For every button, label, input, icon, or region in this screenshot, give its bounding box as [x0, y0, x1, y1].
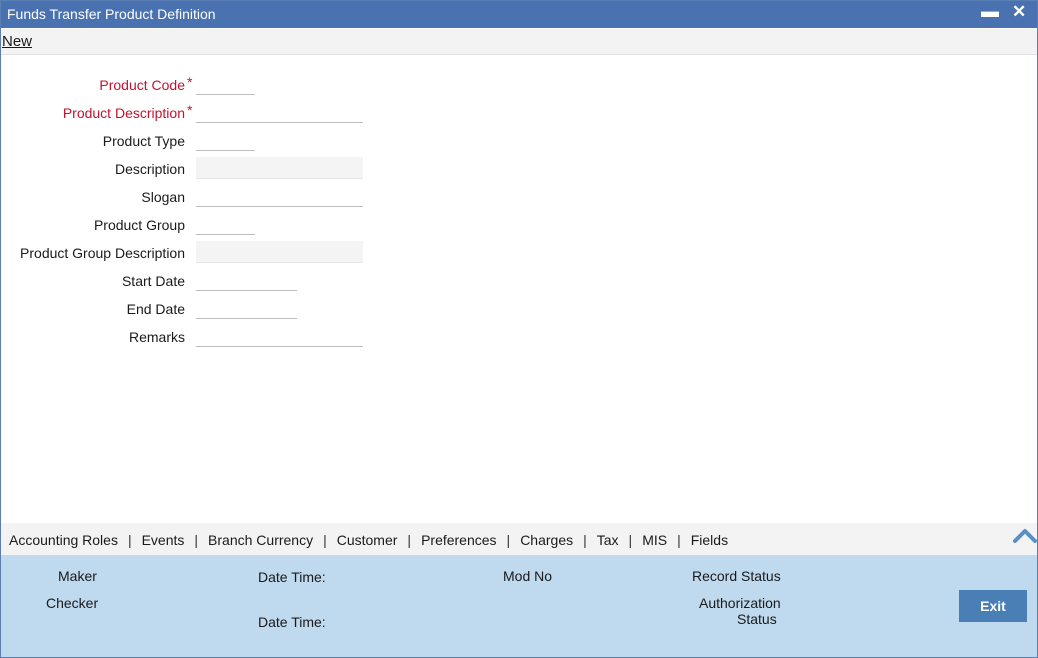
product-group-description-row: Product Group Description: [1, 241, 401, 269]
product-type-label: Product Type: [102, 133, 185, 149]
product-description-label: Product Description: [62, 105, 185, 121]
maker-label: Maker: [58, 568, 97, 584]
tab-separator: |: [323, 532, 327, 548]
chevron-up-icon[interactable]: [1013, 527, 1037, 543]
product-description-row: Product Description *: [1, 101, 401, 129]
new-link[interactable]: New: [2, 33, 32, 50]
product-code-label: Product Code: [99, 77, 185, 93]
record-status-label: Record Status: [692, 568, 781, 584]
menu-bar: New: [1, 29, 1037, 55]
product-group-label: Product Group: [93, 217, 185, 233]
product-group-description-label: Product Group Description: [20, 245, 185, 261]
product-code-input[interactable]: [196, 73, 255, 95]
tab-separator: |: [628, 532, 633, 548]
title-bar: Funds Transfer Product Definition ▬ ✕: [1, 1, 1037, 28]
product-type-row: Product Type: [1, 129, 401, 157]
tab-separator: |: [194, 532, 199, 548]
product-definition-window: Funds Transfer Product Definition ▬ ✕ Ne…: [0, 0, 1038, 658]
tab-tax[interactable]: Tax: [597, 532, 619, 548]
remarks-input[interactable]: [196, 325, 363, 347]
tab-list: Accounting Roles | Events | Branch Currency |…: [9, 532, 728, 548]
tab-separator: |: [127, 532, 132, 548]
authorization-status-label-line1: Authorization: [699, 595, 781, 611]
window-title: Funds Transfer Product Definition: [7, 6, 216, 22]
tab-accounting-roles[interactable]: Accounting Roles: [9, 532, 118, 548]
product-description-input[interactable]: [196, 101, 363, 123]
product-group-row: Product Group: [1, 213, 401, 241]
slogan-row: Slogan: [1, 185, 401, 213]
authorization-status-label-line2: Status: [737, 611, 777, 627]
required-marker: *: [187, 74, 193, 90]
remarks-row: Remarks: [1, 325, 401, 353]
tab-charges[interactable]: Charges: [520, 532, 573, 548]
close-icon[interactable]: ✕: [1012, 2, 1026, 22]
product-group-input[interactable]: [196, 213, 255, 235]
checker-date-time-label: Date Time:: [258, 614, 326, 630]
tab-mis[interactable]: MIS: [642, 532, 667, 548]
end-date-input[interactable]: [196, 297, 297, 319]
tab-branch-currency[interactable]: Branch Currency: [208, 532, 313, 548]
tab-separator: |: [583, 532, 587, 548]
product-code-row: Product Code *: [1, 73, 401, 101]
product-type-input[interactable]: [196, 129, 255, 151]
description-input: [196, 157, 363, 179]
exit-button[interactable]: Exit: [959, 590, 1027, 622]
slogan-label: Slogan: [141, 189, 185, 205]
required-marker: *: [187, 102, 193, 118]
tab-preferences[interactable]: Preferences: [421, 532, 496, 548]
start-date-row: Start Date: [1, 269, 401, 297]
audit-footer: Maker Checker Date Time: Date Time: Mod …: [1, 555, 1037, 657]
product-group-description-input: [196, 241, 363, 263]
end-date-row: End Date: [1, 297, 401, 325]
checker-label: Checker: [46, 595, 99, 611]
end-date-label: End Date: [126, 301, 185, 317]
tab-separator: |: [677, 532, 681, 548]
minimize-icon[interactable]: ▬: [981, 1, 999, 22]
start-date-input[interactable]: [196, 269, 297, 291]
tab-separator: |: [407, 532, 412, 548]
tab-events[interactable]: Events: [142, 532, 185, 548]
subsystem-tab-bar: Accounting Roles | Events | Branch Currency |…: [1, 523, 1037, 555]
start-date-label: Start Date: [121, 273, 185, 289]
maker-date-time-label: Date Time:: [258, 569, 326, 585]
remarks-label: Remarks: [128, 329, 185, 345]
description-label: Description: [114, 161, 185, 177]
description-row: Description: [1, 157, 401, 185]
tab-customer[interactable]: Customer: [337, 532, 398, 548]
slogan-input[interactable]: [196, 185, 363, 207]
tab-fields[interactable]: Fields: [691, 532, 728, 548]
mod-no-label: Mod No: [503, 568, 553, 584]
tab-separator: |: [506, 532, 511, 548]
